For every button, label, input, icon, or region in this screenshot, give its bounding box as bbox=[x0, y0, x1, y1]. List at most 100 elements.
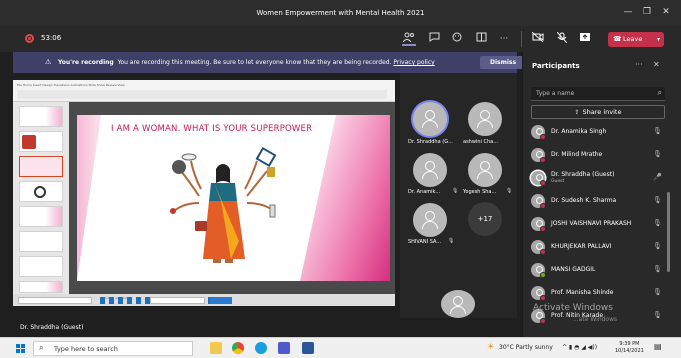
avatar[interactable] bbox=[468, 102, 502, 136]
warning-icon: ⚠ bbox=[45, 58, 52, 66]
avatar[interactable] bbox=[468, 153, 502, 187]
minimize-icon[interactable]: — bbox=[621, 5, 635, 19]
mic-off-icon: 🎙 bbox=[653, 288, 662, 296]
leave-label: Leave bbox=[623, 35, 643, 43]
slide-thumb bbox=[19, 281, 63, 293]
recording-icon bbox=[25, 34, 34, 43]
windows-start-icon[interactable] bbox=[16, 344, 26, 354]
avatar[interactable] bbox=[413, 153, 447, 187]
slide-decoration bbox=[300, 115, 390, 281]
recording-text: You are recording this meeting. Be sure … bbox=[117, 59, 392, 66]
taskbar-clock[interactable]: 9:39 PM 10/14/2021 bbox=[615, 341, 644, 355]
slide-thumb bbox=[19, 231, 63, 252]
mic-off-icon: 🎙 bbox=[653, 311, 662, 319]
current-slide: I AM A WOMAN. WHAT IS YOUR SUPERPOWER bbox=[77, 115, 390, 281]
rooms-icon[interactable] bbox=[474, 32, 488, 46]
teams-window: Women Empowerment with Mental Health 202… bbox=[0, 0, 681, 358]
mic-off-icon: 🎙 bbox=[506, 188, 513, 194]
share-screen-icon[interactable] bbox=[578, 32, 592, 46]
participant-name: Dr. Shraddha (Guest) bbox=[551, 171, 615, 178]
edge-icon[interactable] bbox=[255, 342, 267, 354]
slide-decoration bbox=[77, 115, 101, 281]
participant-row[interactable]: Dr. Anamika Singh 🎙 bbox=[523, 122, 673, 144]
mic-off-icon: 🎙 bbox=[653, 265, 662, 273]
participant-row[interactable]: KHURJEKAR PALLAVI 🎙 bbox=[523, 237, 673, 259]
avatar bbox=[531, 240, 546, 255]
avatar bbox=[531, 125, 546, 140]
toolbar-divider bbox=[521, 31, 522, 47]
more-options-icon[interactable]: ··· bbox=[635, 60, 643, 69]
close-icon[interactable]: ✕ bbox=[659, 5, 673, 19]
mic-off-icon: 🎙 bbox=[653, 150, 662, 158]
share-invite-button[interactable]: ⇪ Share invite bbox=[531, 105, 665, 119]
participant-row[interactable]: JOSHI VAISHNAVI PRAKASH 🎙 bbox=[523, 214, 673, 236]
word-icon[interactable] bbox=[302, 342, 314, 354]
slide-thumb bbox=[19, 256, 63, 277]
avatar[interactable] bbox=[413, 203, 447, 237]
taskbar-search-input[interactable]: ⌕ Type here to search bbox=[33, 341, 193, 356]
camera-off-icon[interactable] bbox=[531, 31, 545, 46]
participant-name: Prof. Manisha Shinde bbox=[551, 289, 614, 296]
participant-role: Guest bbox=[551, 179, 565, 184]
chrome-icon[interactable] bbox=[232, 342, 244, 354]
tile-name: ashwini Cha... bbox=[463, 139, 498, 145]
mic-on-icon: 🎤 bbox=[653, 173, 662, 181]
participant-row[interactable]: Prof. Manisha Shinde 🎙 bbox=[523, 283, 673, 305]
maximize-icon[interactable]: ❐ bbox=[640, 5, 654, 19]
more-participants-button[interactable]: +17 bbox=[468, 202, 502, 236]
participant-row[interactable]: Dr. Milind Mrathe 🎙 bbox=[523, 145, 673, 167]
participant-search-input[interactable]: Type a name ⌕ bbox=[531, 87, 665, 101]
recording-message: You're recording You are recording this … bbox=[58, 59, 435, 66]
meeting-toolbar: 53:06 ··· ☎ Leave ▾ bbox=[0, 26, 681, 52]
share-icon: ⇪ bbox=[574, 109, 580, 116]
teams-icon[interactable] bbox=[278, 342, 290, 354]
mic-off-icon[interactable] bbox=[555, 31, 569, 46]
participant-row[interactable]: MANSI GADGIL 🎙 bbox=[523, 260, 673, 282]
participant-name: MANSI GADGIL bbox=[551, 266, 596, 273]
participant-row[interactable]: Dr. Shraddha (Guest) Guest 🎤 bbox=[523, 168, 673, 190]
file-explorer-icon[interactable] bbox=[210, 342, 222, 354]
slide-thumb bbox=[19, 206, 63, 227]
weather-text[interactable]: 30°C Partly sunny bbox=[499, 344, 553, 351]
mic-off-icon: 🎙 bbox=[653, 242, 662, 250]
slide-thumbnails bbox=[13, 102, 69, 294]
slide-thumb bbox=[19, 106, 63, 127]
more-actions-icon[interactable]: ··· bbox=[497, 32, 511, 46]
mic-off-icon: 🎙 bbox=[452, 188, 459, 194]
video-gallery: Dr. Shraddha (G... ashwini Cha... Dr. An… bbox=[400, 73, 517, 318]
slide-thumb bbox=[19, 131, 63, 152]
tray-icons[interactable]: ^ ▮ ◓ ◢ ◀)) bbox=[562, 344, 597, 351]
avatar bbox=[531, 217, 546, 232]
superpower-woman-illustration bbox=[170, 146, 277, 263]
panel-title: Participants bbox=[532, 62, 580, 70]
chevron-down-icon[interactable]: ▾ bbox=[657, 32, 660, 47]
participant-row[interactable]: Dr. Sudesh K. Sharma 🎙 bbox=[523, 191, 673, 213]
meeting-timer: 53:06 bbox=[41, 34, 62, 42]
reactions-icon[interactable] bbox=[450, 32, 464, 46]
panel-scrollbar[interactable] bbox=[667, 192, 670, 272]
mic-off-icon: 🎙 bbox=[653, 127, 662, 135]
dismiss-button[interactable]: Dismiss bbox=[480, 56, 526, 69]
clock-time: 9:39 PM bbox=[619, 341, 640, 347]
search-icon: ⌕ bbox=[39, 343, 44, 352]
share-invite-label: Share invite bbox=[582, 108, 622, 116]
chat-icon[interactable] bbox=[427, 32, 441, 46]
tile-name: Dr. Shraddha (G... bbox=[408, 139, 453, 145]
participant-name: KHURJEKAR PALLAVI bbox=[551, 243, 612, 250]
participants-panel: Participants ··· ✕ Type a name ⌕ ⇪ Share … bbox=[522, 52, 681, 337]
avatar bbox=[531, 194, 546, 209]
participants-icon[interactable] bbox=[402, 32, 416, 46]
notification-icon[interactable]: ▤ bbox=[654, 342, 662, 351]
windows-taskbar: ⌕ Type here to search ☀ 30°C Partly sunn… bbox=[0, 337, 681, 358]
spotlight-name: Dr. Shraddha (Guest) bbox=[20, 324, 84, 331]
activate-windows-watermark-sub: ...ate Windows bbox=[573, 316, 618, 323]
tile-name: Dr. Anamik... bbox=[408, 189, 441, 195]
close-icon[interactable]: ✕ bbox=[653, 60, 660, 69]
participant-name: Dr. Sudesh K. Sharma bbox=[551, 197, 617, 204]
slide-title: I AM A WOMAN. WHAT IS YOUR SUPERPOWER bbox=[111, 124, 313, 134]
ppt-toolbar bbox=[17, 90, 387, 99]
self-avatar[interactable] bbox=[441, 290, 475, 318]
privacy-policy-link[interactable]: Privacy policy bbox=[393, 59, 434, 66]
leave-button[interactable]: ☎ Leave ▾ bbox=[608, 32, 664, 47]
avatar[interactable] bbox=[413, 102, 447, 136]
